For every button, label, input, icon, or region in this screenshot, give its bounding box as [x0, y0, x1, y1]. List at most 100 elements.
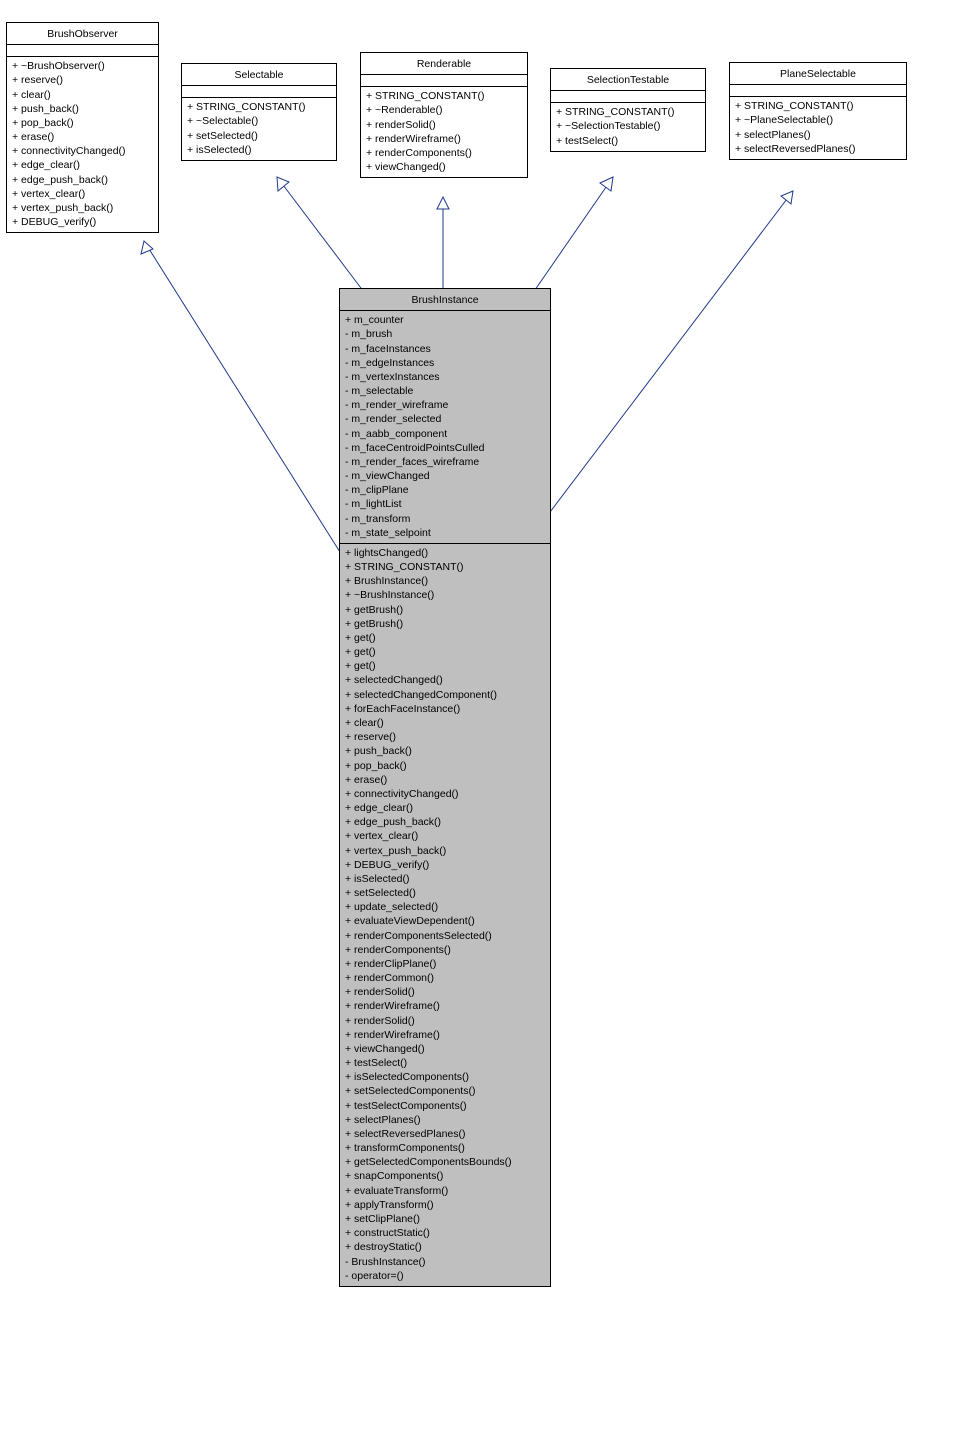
- method-section: + lightsChanged()+ STRING_CONSTANT()+ Br…: [340, 543, 550, 1286]
- member-row: + pop_back(): [12, 116, 153, 130]
- member-row: - m_faceInstances: [345, 342, 545, 356]
- member-row: + renderComponents(): [366, 146, 522, 160]
- member-row: + viewChanged(): [366, 160, 522, 174]
- member-row: + evaluateTransform(): [345, 1184, 545, 1198]
- member-row: + renderWireframe(): [345, 1028, 545, 1042]
- member-row: + edge_push_back(): [345, 815, 545, 829]
- member-row: + update_selected(): [345, 900, 545, 914]
- member-row: + isSelectedComponents(): [345, 1070, 545, 1084]
- attr-section: [182, 85, 336, 97]
- member-row: + renderClipPlane(): [345, 957, 545, 971]
- class-planeselectable[interactable]: PlaneSelectable + STRING_CONSTANT()+ ~Pl…: [729, 62, 907, 160]
- member-row: - m_render_wireframe: [345, 398, 545, 412]
- member-row: + getBrush(): [345, 603, 545, 617]
- attr-section: [551, 90, 705, 102]
- member-row: + vertex_clear(): [12, 187, 153, 201]
- member-row: - m_clipPlane: [345, 483, 545, 497]
- member-row: + clear(): [12, 88, 153, 102]
- method-section: + STRING_CONSTANT()+ ~Selectable()+ setS…: [182, 97, 336, 160]
- attr-section: [361, 74, 527, 86]
- member-row: + isSelected(): [187, 143, 331, 157]
- class-selectiontestable[interactable]: SelectionTestable + STRING_CONSTANT()+ ~…: [550, 68, 706, 152]
- member-row: + pop_back(): [345, 759, 545, 773]
- member-row: + DEBUG_verify(): [12, 215, 153, 229]
- class-title: PlaneSelectable: [730, 63, 906, 84]
- class-title: Renderable: [361, 53, 527, 74]
- member-row: + erase(): [12, 130, 153, 144]
- class-title: SelectionTestable: [551, 69, 705, 90]
- class-renderable[interactable]: Renderable + STRING_CONSTANT()+ ~Rendera…: [360, 52, 528, 178]
- member-row: + renderSolid(): [345, 985, 545, 999]
- member-row: - m_render_faces_wireframe: [345, 455, 545, 469]
- member-row: + get(): [345, 631, 545, 645]
- member-row: + clear(): [345, 716, 545, 730]
- member-row: - m_render_selected: [345, 412, 545, 426]
- member-row: + reserve(): [345, 730, 545, 744]
- member-row: + getSelectedComponentsBounds(): [345, 1155, 545, 1169]
- member-row: + ~BrushInstance(): [345, 588, 545, 602]
- member-row: + get(): [345, 659, 545, 673]
- member-row: + ~Selectable(): [187, 114, 331, 128]
- member-row: + STRING_CONSTANT(): [556, 105, 700, 119]
- member-row: + evaluateViewDependent(): [345, 914, 545, 928]
- member-row: - operator=(): [345, 1269, 545, 1283]
- member-row: + setSelected(): [187, 129, 331, 143]
- member-row: + DEBUG_verify(): [345, 858, 545, 872]
- class-title: BrushInstance: [340, 289, 550, 310]
- member-row: + transformComponents(): [345, 1141, 545, 1155]
- member-row: + vertex_push_back(): [345, 844, 545, 858]
- member-row: + constructStatic(): [345, 1226, 545, 1240]
- member-row: + push_back(): [12, 102, 153, 116]
- member-row: + get(): [345, 645, 545, 659]
- member-row: + STRING_CONSTANT(): [345, 560, 545, 574]
- class-brushinstance[interactable]: BrushInstance + m_counter- m_brush- m_fa…: [339, 288, 551, 1287]
- member-row: + edge_clear(): [345, 801, 545, 815]
- member-row: + edge_clear(): [12, 158, 153, 172]
- member-row: - m_aabb_component: [345, 427, 545, 441]
- member-row: + connectivityChanged(): [345, 787, 545, 801]
- member-row: + selectPlanes(): [735, 128, 901, 142]
- member-row: - m_viewChanged: [345, 469, 545, 483]
- member-row: + ~BrushObserver(): [12, 59, 153, 73]
- uml-canvas: BrushObserver + ~BrushObserver()+ reserv…: [0, 0, 968, 1456]
- member-row: + renderWireframe(): [366, 132, 522, 146]
- class-selectable[interactable]: Selectable + STRING_CONSTANT()+ ~Selecta…: [181, 63, 337, 161]
- member-row: + renderCommon(): [345, 971, 545, 985]
- member-row: + isSelected(): [345, 872, 545, 886]
- method-section: + STRING_CONSTANT()+ ~Renderable()+ rend…: [361, 86, 527, 177]
- member-row: - m_edgeInstances: [345, 356, 545, 370]
- member-row: + renderWireframe(): [345, 999, 545, 1013]
- member-row: - m_selectable: [345, 384, 545, 398]
- member-row: + ~Renderable(): [366, 103, 522, 117]
- member-row: + reserve(): [12, 73, 153, 87]
- member-row: + testSelect(): [345, 1056, 545, 1070]
- member-row: + applyTransform(): [345, 1198, 545, 1212]
- member-row: - m_faceCentroidPointsCulled: [345, 441, 545, 455]
- member-row: + BrushInstance(): [345, 574, 545, 588]
- member-row: + setSelectedComponents(): [345, 1084, 545, 1098]
- member-row: + m_counter: [345, 313, 545, 327]
- member-row: + forEachFaceInstance(): [345, 702, 545, 716]
- member-row: + getBrush(): [345, 617, 545, 631]
- member-row: + ~SelectionTestable(): [556, 119, 700, 133]
- member-row: - m_lightList: [345, 497, 545, 511]
- member-row: + snapComponents(): [345, 1169, 545, 1183]
- member-row: + erase(): [345, 773, 545, 787]
- member-row: + lightsChanged(): [345, 546, 545, 560]
- member-row: + renderComponentsSelected(): [345, 929, 545, 943]
- member-row: - m_brush: [345, 327, 545, 341]
- member-row: + destroyStatic(): [345, 1240, 545, 1254]
- member-row: + push_back(): [345, 744, 545, 758]
- member-row: + testSelect(): [556, 134, 700, 148]
- member-row: + edge_push_back(): [12, 173, 153, 187]
- member-row: + selectPlanes(): [345, 1113, 545, 1127]
- attr-section: + m_counter- m_brush- m_faceInstances- m…: [340, 310, 550, 543]
- member-row: + selectReversedPlanes(): [345, 1127, 545, 1141]
- class-brushobserver[interactable]: BrushObserver + ~BrushObserver()+ reserv…: [6, 22, 159, 233]
- member-row: + connectivityChanged(): [12, 144, 153, 158]
- member-row: + setClipPlane(): [345, 1212, 545, 1226]
- member-row: - m_vertexInstances: [345, 370, 545, 384]
- member-row: - m_transform: [345, 512, 545, 526]
- member-row: + vertex_clear(): [345, 829, 545, 843]
- member-row: + selectedChanged(): [345, 673, 545, 687]
